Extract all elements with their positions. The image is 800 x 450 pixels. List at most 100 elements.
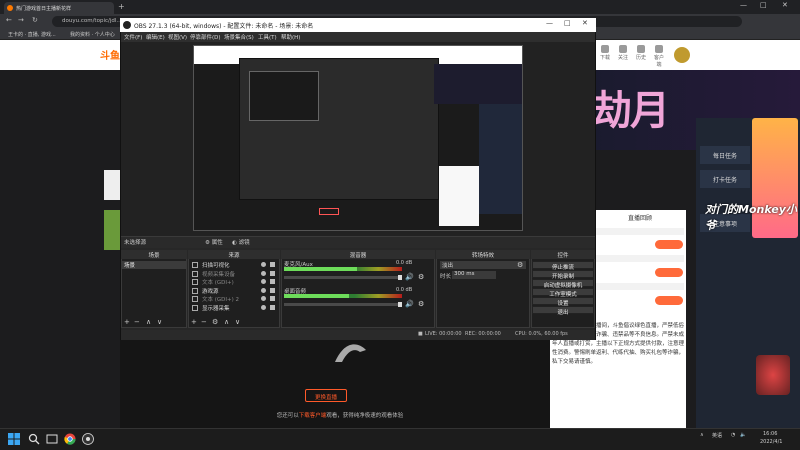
tray-lang[interactable]: 英语 (712, 432, 722, 439)
volume-slider[interactable] (284, 275, 402, 280)
menu-tools[interactable]: 工具(T) (258, 33, 277, 41)
properties-button[interactable]: ⚙ 属性 (205, 238, 223, 246)
windows-start-icon[interactable] (8, 433, 20, 445)
obs-minimize-icon[interactable]: — (546, 19, 553, 27)
offline-arrow-icon (335, 344, 366, 362)
browser-tab[interactable]: 热门游戏首日主播新花样 (4, 2, 114, 14)
speaker-icon[interactable]: 🔊 (405, 300, 414, 308)
reload-icon[interactable]: ↻ (32, 16, 38, 24)
menu-file[interactable]: 文件(F) (124, 33, 142, 41)
chat-badge (655, 268, 683, 277)
remove-scene-icon[interactable]: − (134, 318, 140, 326)
menu-edit[interactable]: 编辑(E) (146, 33, 165, 41)
source-item[interactable]: 游戏源 (190, 287, 278, 295)
start-virtual-camera-button[interactable]: 启动虚拟摄像机 (532, 279, 594, 289)
transition-select[interactable]: 淡出 (440, 261, 526, 269)
add-scene-icon[interactable]: + (124, 318, 130, 326)
lock-icon[interactable] (270, 304, 275, 310)
search-icon[interactable] (28, 433, 40, 445)
remove-source-icon[interactable]: − (201, 318, 207, 326)
obs-taskbar-icon[interactable] (82, 433, 94, 445)
lock-icon[interactable] (270, 270, 275, 276)
tray-chevron-icon[interactable]: ∧ (700, 432, 704, 438)
side-item-checkin[interactable]: 打卡任务 (700, 170, 750, 188)
clock-time[interactable]: 16:06 (763, 431, 777, 437)
move-down-icon[interactable]: ∨ (235, 318, 240, 326)
header-app-icon[interactable]: 客户端 (652, 45, 666, 68)
obs-close-icon[interactable]: ✕ (582, 19, 588, 27)
header-download-icon[interactable]: 下载 (598, 45, 612, 61)
visibility-eye-icon[interactable] (261, 279, 266, 284)
no-source-label: 未选择源 (124, 240, 147, 246)
visibility-eye-icon[interactable] (261, 262, 266, 267)
maximize-icon[interactable]: □ (760, 1, 767, 9)
visibility-eye-icon[interactable] (261, 296, 266, 301)
change-stream-button[interactable]: 更换直播 (305, 389, 347, 402)
header-follow-icon[interactable]: 关注 (616, 45, 630, 61)
move-up-icon[interactable]: ∧ (146, 318, 151, 326)
wifi-icon[interactable]: ◔ (731, 432, 735, 438)
start-recording-button[interactable]: 开始录制 (532, 270, 594, 280)
minimize-icon[interactable]: — (740, 1, 747, 9)
site-logo[interactable]: 斗鱼 (100, 47, 120, 62)
volume-icon[interactable]: 🔈 (740, 432, 746, 438)
preview-chat (439, 166, 479, 226)
move-up-icon[interactable]: ∧ (224, 318, 229, 326)
anchor-badge[interactable] (756, 355, 790, 395)
lock-icon[interactable] (270, 296, 275, 301)
visibility-eye-icon[interactable] (261, 287, 266, 293)
stop-streaming-button[interactable]: 停止推流 (532, 261, 594, 271)
source-properties-icon[interactable]: ⚙ (212, 318, 218, 326)
chat-tab-title[interactable]: 直播回顾 (628, 213, 652, 222)
header-history-icon[interactable]: 历史 (634, 45, 648, 61)
lock-icon[interactable] (270, 287, 275, 293)
menu-view[interactable]: 视图(V) (168, 33, 187, 41)
close-icon[interactable]: ✕ (782, 1, 788, 9)
clock-date[interactable]: 2022/4/1 (760, 439, 782, 445)
chrome-icon[interactable] (64, 433, 76, 445)
move-down-icon[interactable]: ∨ (157, 318, 162, 326)
source-type-icon (192, 270, 198, 277)
thumbnail[interactable] (104, 210, 120, 250)
mixer-settings-icon[interactable]: ⚙ (418, 273, 424, 281)
source-item[interactable]: 文本 (GDI+) (190, 278, 278, 286)
visibility-eye-icon[interactable] (261, 304, 266, 310)
source-item[interactable]: 文本 (GDI+) 2 (190, 295, 278, 303)
source-item[interactable]: 显示器采集 (190, 304, 278, 312)
scene-item[interactable]: 场景 (122, 261, 186, 269)
download-client-link[interactable]: 下载客户端 (299, 413, 327, 419)
menu-scene-collection[interactable]: 场景集合(S) (224, 33, 254, 41)
obs-preview-capture[interactable] (193, 45, 523, 231)
avatar[interactable] (674, 47, 690, 63)
menu-help[interactable]: 帮助(H) (281, 33, 300, 41)
studio-mode-button[interactable]: 工作室模式 (532, 288, 594, 298)
cpu-fps: CPU: 0.0%, 60.00 fps (515, 331, 568, 337)
filters-button[interactable]: ◐ 滤镜 (232, 238, 250, 246)
forward-icon[interactable]: → (18, 16, 24, 24)
visibility-eye-icon[interactable] (261, 270, 266, 276)
duration-input[interactable]: 300 ms (452, 271, 496, 279)
volume-slider[interactable] (284, 302, 402, 307)
speaker-icon[interactable]: 🔊 (405, 273, 414, 281)
exit-button[interactable]: 退出 (532, 306, 594, 316)
settings-button[interactable]: 设置 (532, 297, 594, 307)
source-item[interactable]: 扫描可视化 (190, 261, 278, 269)
task-view-icon[interactable] (46, 433, 58, 445)
rec-time: REC: 00:00:00 (465, 331, 501, 337)
add-source-icon[interactable]: + (191, 318, 197, 326)
lock-icon[interactable] (270, 262, 275, 267)
source-type-icon (192, 262, 198, 268)
mixer-settings-icon[interactable]: ⚙ (418, 300, 424, 308)
side-item-daily-task[interactable]: 每日任务 (700, 146, 750, 164)
new-tab-button[interactable]: + (118, 2, 125, 11)
back-icon[interactable]: ← (6, 16, 12, 24)
transition-settings-icon[interactable]: ⚙ (517, 261, 523, 269)
thumbnail[interactable] (104, 170, 120, 200)
source-item[interactable]: 视频采集设备 (190, 270, 278, 278)
bookmark-item[interactable]: 王卡的 · 直播, 游戏... (8, 31, 56, 38)
bookmark-item[interactable]: 我的资料 · 个人中心 (70, 31, 115, 38)
menu-docks[interactable]: 停靠部件(D) (190, 33, 221, 41)
source-type-icon (192, 304, 198, 311)
obs-maximize-icon[interactable]: □ (564, 19, 571, 27)
lock-icon[interactable] (270, 279, 275, 284)
